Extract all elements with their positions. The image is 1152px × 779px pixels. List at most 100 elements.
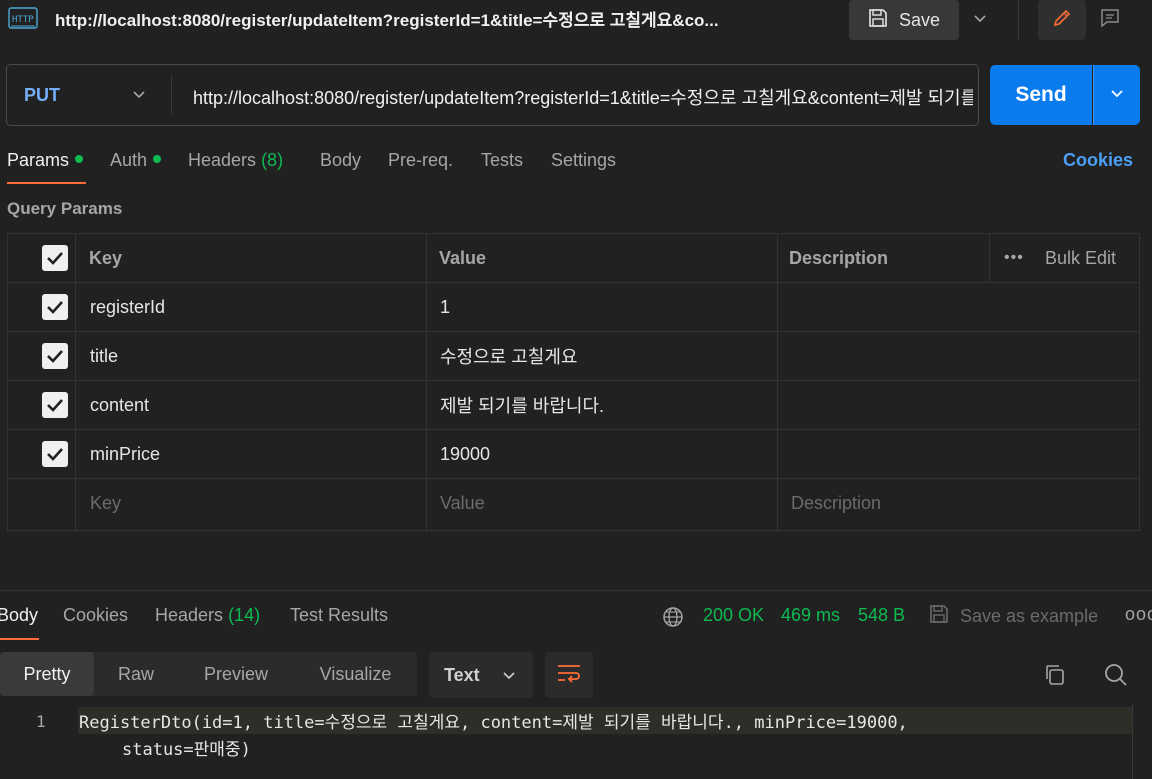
tab-tests[interactable]: Tests [481,150,523,171]
format-label: Text [444,664,480,685]
checkbox-checked-icon [42,343,68,369]
http-request-icon: HTTP [8,6,40,30]
save-options-dropdown[interactable] [962,0,998,40]
active-tab-indicator [0,638,39,640]
param-key[interactable]: minPrice [90,430,160,478]
row-checkbox[interactable] [42,332,68,380]
table-header-row: Key Value Description ••• Bulk Edit [8,234,1139,283]
response-tab-cookies[interactable]: Cookies [63,605,128,626]
tab-auth[interactable]: Auth [110,150,162,171]
bulk-edit-button[interactable]: Bulk Edit [1045,234,1116,282]
send-options-dropdown[interactable] [1093,65,1140,125]
select-all-checkbox[interactable] [42,234,68,282]
row-checkbox[interactable] [42,430,68,478]
response-body-line-wrapped: status=판매중) [122,740,251,760]
chevron-down-icon [1110,86,1124,104]
table-row: minPrice 19000 [8,430,1139,479]
comments-button[interactable] [1090,0,1130,40]
table-row: content 제발 되기를 바랍니다. [8,381,1139,430]
response-tab-test-results[interactable]: Test Results [290,605,388,626]
url-input[interactable]: http://localhost:8080/register/updateIte… [193,84,973,110]
row-checkbox[interactable] [42,381,68,429]
view-mode-pretty[interactable]: Pretty [0,652,94,696]
request-title[interactable]: http://localhost:8080/register/updateIte… [55,6,719,31]
checkbox-checked-icon [42,392,68,418]
column-header-description: Description [789,247,889,268]
wrap-lines-icon [556,663,582,688]
new-key-input[interactable]: Key [90,479,121,528]
param-key[interactable]: content [90,381,149,429]
save-as-example-button[interactable]: Save as example [928,603,1098,630]
more-options-icon[interactable]: ••• [1004,234,1024,282]
request-bar: PUT http://localhost:8080/register/updat… [6,64,979,126]
row-checkbox[interactable] [42,283,68,331]
divider [1132,704,1133,779]
headers-count: (8) [261,150,284,170]
status-code[interactable]: 200 OK [703,605,764,626]
tab-headers[interactable]: Headers (8) [188,150,283,171]
save-icon [928,603,950,630]
response-tab-body[interactable]: Body [0,605,38,626]
table-row: registerId 1 [8,283,1139,332]
comment-icon [1099,7,1121,34]
search-icon[interactable] [1103,662,1129,693]
divider [171,75,172,115]
response-time[interactable]: 469 ms [781,605,840,626]
checkbox-checked-icon [42,294,68,320]
svg-text:HTTP: HTTP [12,15,34,25]
response-body-viewer[interactable]: 1 RegisterDto(id=1, title=수정으로 고칠게요, con… [0,704,1152,779]
query-params-label: Query Params [7,199,123,218]
column-header-key: Key [89,247,123,268]
chevron-down-icon [973,11,987,29]
checkbox-checked-icon [42,245,68,271]
view-mode-preview[interactable]: Preview [178,652,294,696]
send-button[interactable]: Send [990,65,1092,125]
copy-icon[interactable] [1042,662,1068,693]
param-key[interactable]: title [90,332,118,380]
method-select[interactable]: PUT [24,85,60,106]
save-icon [867,7,889,34]
view-mode-switcher: Pretty Raw Preview Visualize [0,652,417,696]
tab-body[interactable]: Body [320,150,361,171]
checkbox-checked-icon [42,441,68,467]
top-bar: HTTP http://localhost:8080/register/upda… [0,0,1152,46]
more-options-icon[interactable]: ooo [1125,604,1152,625]
chevron-down-icon[interactable] [132,87,146,105]
globe-icon[interactable] [661,605,685,634]
chevron-down-icon [502,665,516,686]
tab-prereq[interactable]: Pre-req. [388,150,453,171]
save-as-example-label: Save as example [960,606,1099,626]
wrap-lines-button[interactable] [545,652,593,698]
table-row: title 수정으로 고칠게요 [8,332,1139,381]
status-dot [75,155,84,163]
param-value[interactable]: 1 [440,283,450,331]
column-header-value: Value [439,247,487,268]
line-number: 1 [36,712,46,731]
divider [0,590,1152,591]
view-mode-visualize[interactable]: Visualize [294,652,417,696]
query-params-table: Key Value Description ••• Bulk Edit regi… [7,233,1140,532]
pencil-icon [1051,7,1073,34]
table-row-new: Key Value Description [8,479,1139,528]
new-value-input[interactable]: Value [440,479,485,528]
format-select[interactable]: Text [429,652,533,698]
save-button[interactable]: Save [849,0,959,40]
param-value[interactable]: 19000 [440,430,490,478]
active-tab-indicator [7,182,86,184]
status-dot [153,155,162,163]
new-description-input[interactable]: Description [791,479,881,528]
response-body-line: RegisterDto(id=1, title=수정으로 고칠게요, conte… [79,713,908,733]
tab-settings[interactable]: Settings [551,150,616,171]
param-key[interactable]: registerId [90,283,165,331]
cookies-link[interactable]: Cookies [1063,150,1133,171]
response-headers-count: (14) [228,605,261,625]
save-label: Save [899,9,941,30]
tab-params[interactable]: Params [7,150,84,171]
edit-button[interactable] [1038,0,1086,40]
param-value[interactable]: 수정으로 고칠게요 [440,332,577,380]
divider [1018,0,1019,40]
view-mode-raw[interactable]: Raw [94,652,178,696]
response-size[interactable]: 548 B [858,605,905,626]
response-tab-headers[interactable]: Headers (14) [155,605,260,626]
param-value[interactable]: 제발 되기를 바랍니다. [440,381,604,429]
